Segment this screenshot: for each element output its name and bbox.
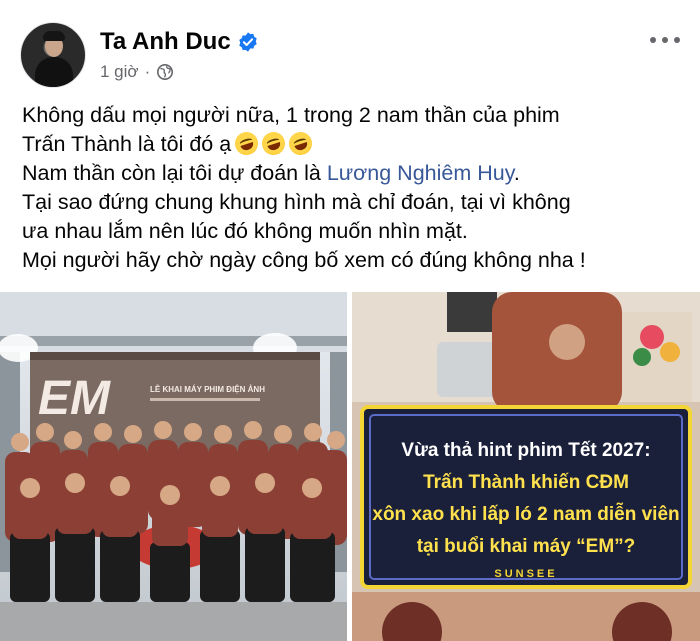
group-photo-illustration: EM LỄ KHAI MÁY PHIM ĐIỆN ẢNH xyxy=(0,292,347,641)
post-header: Ta Anh Duc 1 giờ · xyxy=(0,0,700,96)
mention-link[interactable]: Lương Nghiêm Huy xyxy=(327,161,514,185)
laughing-emoji-icon xyxy=(259,129,289,158)
banner-title-text: LỄ KHAI MÁY PHIM ĐIỆN ẢNH xyxy=(150,385,265,394)
post-body-text: Không dấu mọi người nữa, 1 trong 2 nam t… xyxy=(22,101,692,275)
post-photo-news[interactable]: Vừa thả hint phim Tết 2027: Trấn Thành k… xyxy=(352,292,700,641)
post-text-line: Nam thần còn lại tôi dự đoán là Lương Ng… xyxy=(22,159,692,188)
news-photo-illustration: Vừa thả hint phim Tết 2027: Trấn Thành k… xyxy=(352,292,700,641)
more-options-button[interactable] xyxy=(650,30,680,50)
banner-logo-text: EM xyxy=(38,372,111,425)
headline-line-4: tại buổi khai máy “EM”? xyxy=(417,536,636,557)
laughing-emoji-icon xyxy=(286,129,316,158)
meta-separator: · xyxy=(144,62,151,81)
laughing-emoji-icon xyxy=(232,129,262,158)
more-dot-icon xyxy=(662,37,668,43)
post-text-line: Tại sao đứng chung khung hình mà chỉ đoá… xyxy=(22,190,571,214)
post-photo-group[interactable]: EM LỄ KHAI MÁY PHIM ĐIỆN ẢNH xyxy=(0,292,347,641)
more-dot-icon xyxy=(650,37,656,43)
post-text-line: Mọi người hãy chờ ngày công bố xem có đú… xyxy=(22,248,586,272)
globe-icon[interactable] xyxy=(156,63,174,81)
avatar-hair xyxy=(43,31,65,41)
post-text-line: Không dấu mọi người nữa, 1 trong 2 nam t… xyxy=(22,103,560,127)
author-avatar[interactable] xyxy=(20,22,86,88)
crowd xyxy=(5,421,347,602)
headline-line-3: xôn xao khi lấp ló 2 nam diễn viên xyxy=(372,503,679,525)
post-text-fragment: Trấn Thành là tôi đó ạ xyxy=(22,132,232,156)
brand-text: SUNSEE xyxy=(494,568,557,580)
avatar-figure xyxy=(35,57,73,87)
author-row: Ta Anh Duc xyxy=(100,28,259,56)
author-name[interactable]: Ta Anh Duc xyxy=(100,28,231,56)
headline-line-2: Trấn Thành khiến CĐM xyxy=(423,472,629,493)
post-text-line: ưa nhau lắm nên lúc đó không muốn nhìn m… xyxy=(22,219,468,243)
headline-line-1: Vừa thả hint phim Tết 2027: xyxy=(401,440,650,461)
post-meta: 1 giờ · xyxy=(100,62,174,82)
more-dot-icon xyxy=(674,37,680,43)
verified-badge-icon xyxy=(238,32,257,52)
post-text-fragment: . xyxy=(513,161,520,185)
post-timestamp[interactable]: 1 giờ xyxy=(100,62,139,82)
post-text-line: Trấn Thành là tôi đó ạ xyxy=(22,129,692,159)
post-text-fragment: Nam thần còn lại tôi dự đoán là xyxy=(22,161,327,185)
